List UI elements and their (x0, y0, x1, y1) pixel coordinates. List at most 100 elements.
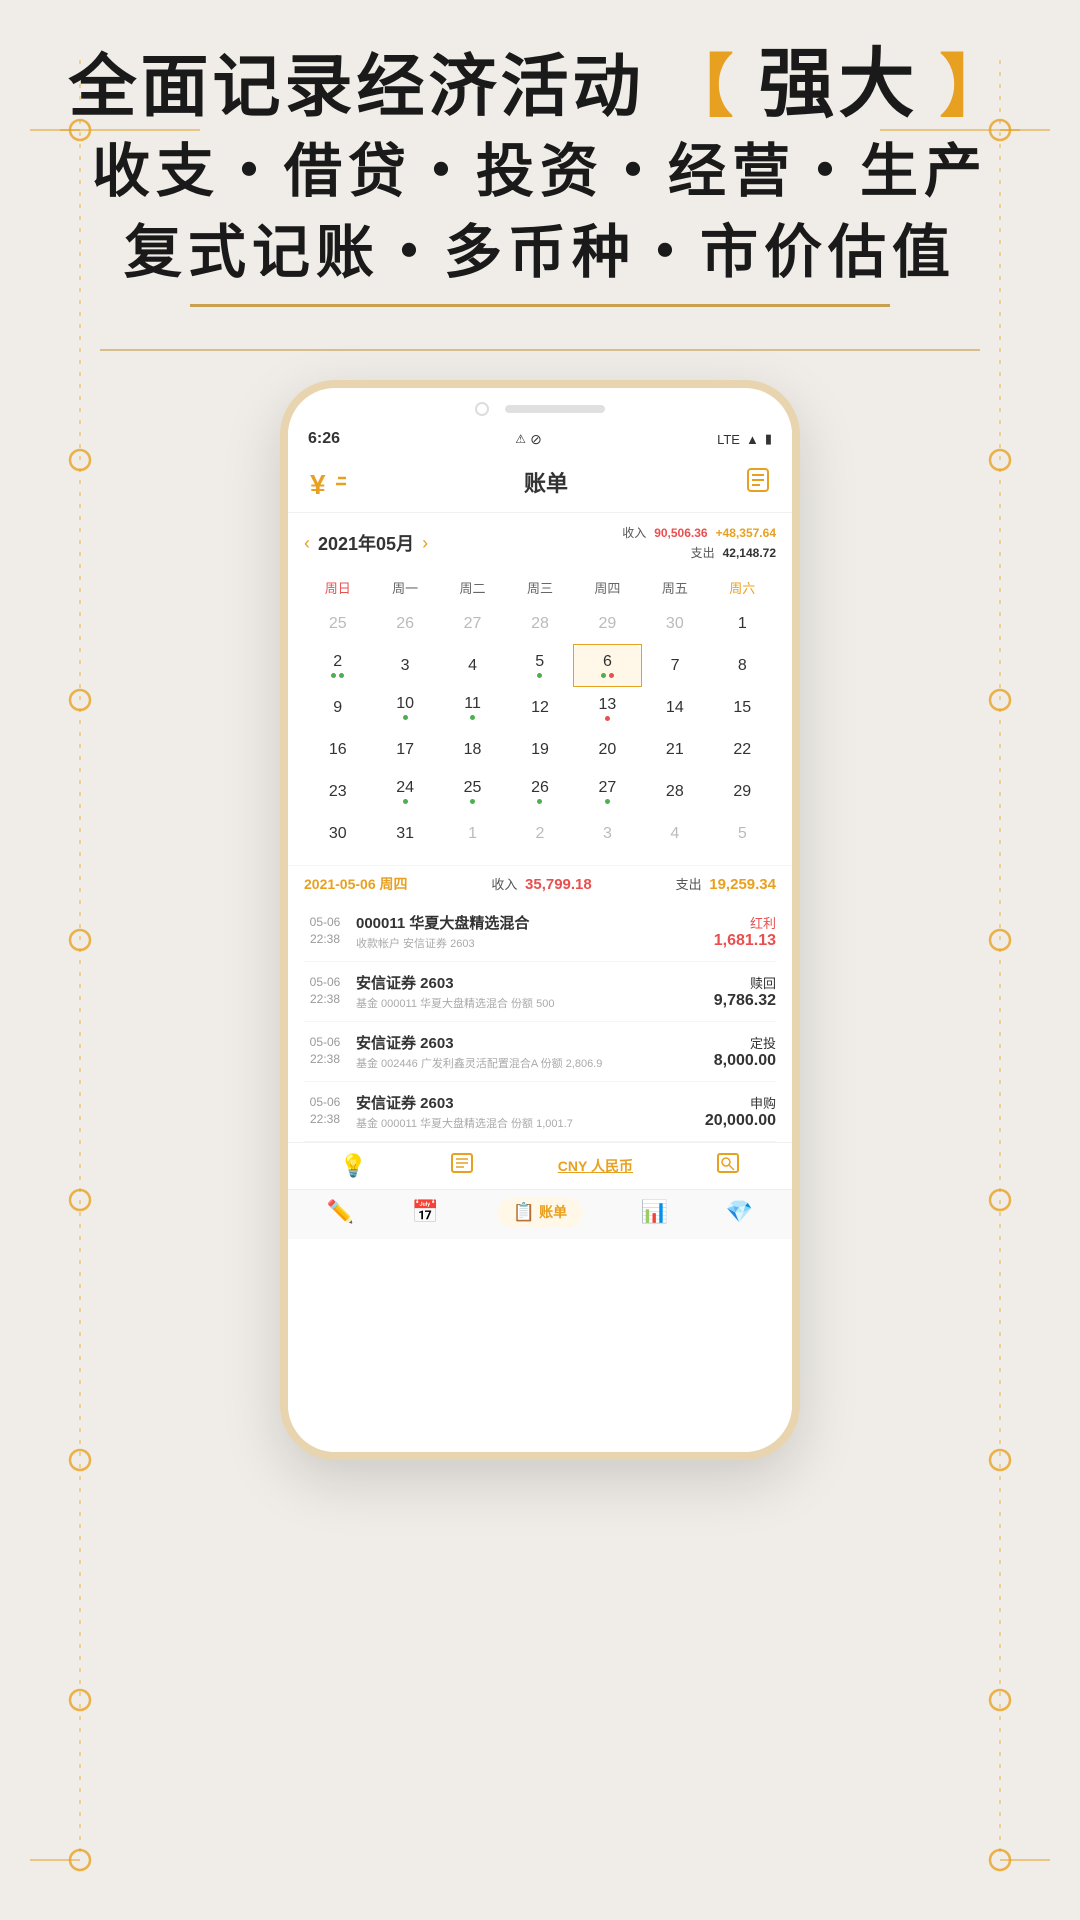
cal-day[interactable]: 4 (641, 813, 708, 855)
cal-day[interactable]: 25 (304, 603, 371, 645)
cal-day[interactable]: 1 (439, 813, 506, 855)
nav-icon: ✏️ (327, 1199, 354, 1225)
transaction-item[interactable]: 05-06 22:38 安信证券 2603 基金 000011 华夏大盘精选混合… (304, 1082, 776, 1142)
trans-type: 赎回 (714, 973, 776, 992)
cal-day[interactable]: 9 (304, 687, 371, 729)
cal-day[interactable]: 6 (574, 645, 641, 687)
cal-day[interactable]: 30 (304, 813, 371, 855)
date-expense-label: 支出 (676, 877, 702, 892)
nav-item-1[interactable]: 📅 (412, 1199, 439, 1225)
trans-time: 05-06 22:38 (304, 974, 346, 1008)
trans-subtitle: 收款帐户 安信证券 2603 (356, 935, 704, 951)
nav-item-0[interactable]: ✏️ (327, 1199, 354, 1225)
cal-day[interactable]: 2 (506, 813, 573, 855)
cal-day[interactable]: 5 (709, 813, 776, 855)
trans-body: 安信证券 2603 基金 002446 广发利鑫灵活配置混合A 份额 2,806… (356, 1032, 704, 1071)
cal-day[interactable]: 10 (371, 687, 438, 729)
currency-label[interactable]: CNY 人民币 (558, 1156, 633, 1176)
toolbar-search[interactable] (716, 1151, 740, 1181)
cal-day[interactable]: 22 (709, 729, 776, 771)
cal-weekday-周六: 周六 (709, 572, 776, 603)
cal-day[interactable]: 27 (574, 771, 641, 813)
cal-day[interactable]: 20 (574, 729, 641, 771)
cal-day[interactable]: 27 (439, 603, 506, 645)
app-content: 6:26 ⚠ ⊘ LTE ▲ ▮ ¥ (288, 424, 792, 1428)
transaction-item[interactable]: 05-06 22:38 000011 华夏大盘精选混合 收款帐户 安信证券 26… (304, 902, 776, 962)
toolbar-list[interactable] (450, 1151, 474, 1181)
header-area: 全面记录经济活动 【 强大 】 收支・借贷・投资・经营・生产 复式记账・多币种・… (0, 40, 1080, 317)
cal-day[interactable]: 26 (506, 771, 573, 813)
bracket-left: 【 (665, 49, 737, 125)
camera-dot (475, 402, 489, 416)
cal-day[interactable]: 4 (439, 645, 506, 687)
edit-icon[interactable] (744, 465, 772, 499)
trans-title: 000011 华夏大盘精选混合 (356, 912, 704, 933)
trans-type: 申购 (705, 1093, 776, 1112)
cal-day[interactable]: 11 (439, 687, 506, 729)
expense-label: 支出 (691, 543, 715, 563)
prev-month-arrow[interactable]: ‹ (304, 533, 310, 554)
cal-day[interactable]: 28 (641, 771, 708, 813)
cal-day[interactable]: 29 (574, 603, 641, 645)
cal-day[interactable]: 8 (709, 645, 776, 687)
cal-day[interactable]: 19 (506, 729, 573, 771)
trans-type: 定投 (714, 1033, 776, 1052)
bottom-nav: ✏️ 📅 📋 账单 📊 💎 (288, 1189, 792, 1239)
cal-day[interactable]: 23 (304, 771, 371, 813)
expense-value: 42,148.72 (723, 543, 776, 563)
cal-weekday-周四: 周四 (574, 572, 641, 603)
nav-item-2[interactable]: 📋 账单 (497, 1198, 583, 1227)
cal-day[interactable]: 16 (304, 729, 371, 771)
nav-label: 账单 (539, 1202, 567, 1222)
cal-day[interactable]: 28 (506, 603, 573, 645)
cal-weekday-周日: 周日 (304, 572, 371, 603)
trans-body: 安信证券 2603 基金 000011 华夏大盘精选混合 份额 500 (356, 972, 704, 1011)
next-month-arrow[interactable]: › (422, 533, 428, 554)
phone-notch (288, 388, 792, 424)
cal-day[interactable]: 14 (641, 687, 708, 729)
cal-day[interactable]: 3 (371, 645, 438, 687)
calendar-summary: 收入 90,506.36 +48,357.64 支出 42,148.72 (622, 523, 776, 564)
trans-body: 安信证券 2603 基金 000011 华夏大盘精选混合 份额 1,001.7 (356, 1092, 695, 1131)
cal-day[interactable]: 29 (709, 771, 776, 813)
cal-day[interactable]: 30 (641, 603, 708, 645)
calendar-nav: ‹ 2021年05月 › 收入 90,506.36 +48,357.64 支出 … (304, 523, 776, 564)
cal-day[interactable]: 18 (439, 729, 506, 771)
nav-item-4[interactable]: 💎 (726, 1199, 753, 1225)
cal-day[interactable]: 3 (574, 813, 641, 855)
trans-subtitle: 基金 000011 华夏大盘精选混合 份额 500 (356, 995, 704, 1011)
cal-day[interactable]: 7 (641, 645, 708, 687)
calendar-month-nav: ‹ 2021年05月 › (304, 530, 428, 556)
cal-day[interactable]: 24 (371, 771, 438, 813)
nav-icon: 📋 (513, 1202, 535, 1223)
cal-weekday-周三: 周三 (506, 572, 573, 603)
cal-day[interactable]: 2 (304, 645, 371, 687)
cal-day[interactable]: 31 (371, 813, 438, 855)
app-title: 账单 (524, 466, 568, 498)
cal-day[interactable]: 5 (506, 645, 573, 687)
nav-icon: 📅 (412, 1199, 439, 1225)
cal-day[interactable]: 13 (574, 687, 641, 729)
header-line2: 收支・借贷・投资・经营・生产 (0, 131, 1080, 212)
cal-day[interactable]: 1 (709, 603, 776, 645)
cal-day[interactable]: 25 (439, 771, 506, 813)
transaction-item[interactable]: 05-06 22:38 安信证券 2603 基金 000011 华夏大盘精选混合… (304, 962, 776, 1022)
header-main-text: 全面记录经济活动 (68, 49, 644, 125)
nav-item-3[interactable]: 📊 (641, 1199, 668, 1225)
trans-right: 赎回 9,786.32 (714, 973, 776, 1010)
income-label: 收入 (622, 523, 646, 543)
transaction-item[interactable]: 05-06 22:38 安信证券 2603 基金 002446 广发利鑫灵活配置… (304, 1022, 776, 1082)
dnd-icon: ⊘ (530, 431, 542, 448)
app-header: ¥ 账单 (288, 454, 792, 513)
bottom-toolbar: 💡 CNY 人民币 (288, 1142, 792, 1189)
cal-day[interactable]: 21 (641, 729, 708, 771)
toolbar-light[interactable]: 💡 (340, 1153, 367, 1179)
cal-day[interactable]: 12 (506, 687, 573, 729)
cal-day[interactable]: 17 (371, 729, 438, 771)
trans-amount: 8,000.00 (714, 1052, 776, 1070)
phone-mockup: 6:26 ⚠ ⊘ LTE ▲ ▮ ¥ (280, 380, 800, 1460)
lte-icon: LTE (717, 432, 740, 447)
cal-day[interactable]: 15 (709, 687, 776, 729)
cal-day[interactable]: 26 (371, 603, 438, 645)
trans-right: 申购 20,000.00 (705, 1093, 776, 1130)
